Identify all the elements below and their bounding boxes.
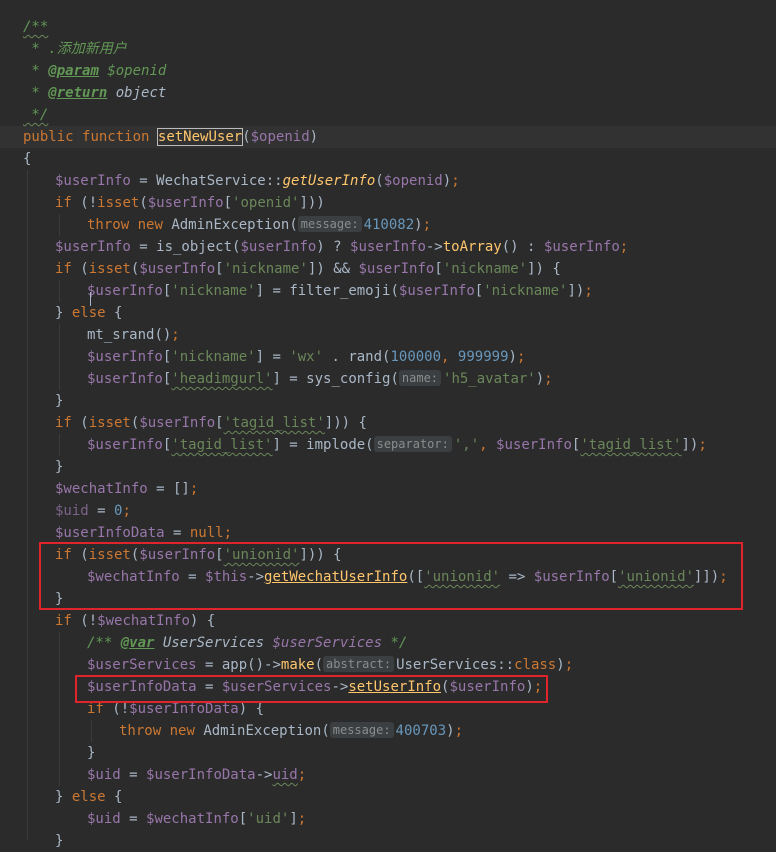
code-line-16: $userInfo['nickname'] = 'wx' . rand(1000… — [87, 349, 526, 365]
doc-param-tag: @param — [48, 63, 99, 79]
parameter-hint: message: — [329, 722, 394, 738]
code-line-37: $uid = $wechatInfo['uid']; — [87, 811, 307, 827]
code-line-34: } — [87, 745, 96, 761]
highlight-box-unionid-block — [39, 542, 743, 610]
function-name[interactable]: setNewUser — [156, 128, 244, 146]
code-line-6: public function setNewUser($openid) — [23, 128, 319, 146]
code-line-4: * @return object — [23, 85, 167, 101]
code-line-20: $userInfo['tagid_list'] = implode(separa… — [87, 436, 707, 453]
code-line-13: $userInfo['nickname'] = filter_emoji($us… — [87, 283, 593, 299]
code-line-33: throw new AdminException(message: 400703)… — [119, 722, 463, 739]
code-line-21: } — [55, 459, 64, 475]
code-line-23: $uid = 0; — [55, 503, 131, 519]
doc-open: /** — [23, 19, 49, 35]
doc-close: */ — [23, 107, 49, 123]
code-editor[interactable]: /** * .添加新用户 * @param $openid * @return … — [0, 0, 776, 849]
highlight-box-setuserinfo-line — [75, 675, 548, 703]
code-line-8: $userInfo = WechatService::getUserInfo($… — [55, 173, 460, 189]
code-line-38: } — [55, 833, 64, 849]
doc-return-tag: @return — [48, 85, 108, 101]
code-line-10: throw new AdminException(message: 410082)… — [87, 216, 432, 233]
code-line-12: if (isset($userInfo['nickname']) && $use… — [55, 261, 561, 277]
parameter-hint: name: — [398, 370, 442, 386]
parameter-hint: separator: — [373, 436, 452, 452]
code-line-5: */ — [0, 104, 776, 126]
code-line-36: } else { — [55, 789, 123, 805]
code-line-28: if (!$wechatInfo) { — [55, 613, 216, 629]
code-line-19: if (isset($userInfo['tagid_list'])) { — [55, 415, 367, 431]
parameter-hint: abstract: — [323, 656, 395, 672]
code-line-11: $userInfo = is_object($userInfo) ? $user… — [55, 239, 629, 255]
doc-return-type: object — [115, 85, 167, 101]
code-line-15: mt_srand(); — [87, 327, 180, 343]
code-line-17: $userInfo['headimgurl'] = sys_config(nam… — [87, 370, 553, 387]
code-line-29: /** @var UserServices $userServices */ — [87, 635, 408, 651]
code-line-1: /** — [0, 16, 776, 38]
code-line-9: if (!isset($userInfo['openid'])) — [55, 195, 325, 211]
doc-param-var: $openid — [107, 63, 167, 79]
code-line-14: } else { — [55, 305, 123, 321]
code-line-7: { — [23, 151, 32, 167]
code-line-22: $wechatInfo = []; — [55, 481, 199, 497]
code-line-30: $userServices = app()->make(abstract: Use… — [87, 656, 574, 673]
code-line-3: * @param $openid — [23, 63, 167, 79]
code-line-2: * .添加新用户 — [0, 38, 776, 60]
code-line-18: } — [55, 393, 64, 409]
doc-description: * .添加新用户 — [23, 41, 127, 57]
parameter-hint: message: — [297, 216, 362, 232]
code-line-35: $uid = $userInfoData->uid; — [87, 767, 307, 783]
code-line-24: $userInfoData = null; — [55, 525, 233, 541]
